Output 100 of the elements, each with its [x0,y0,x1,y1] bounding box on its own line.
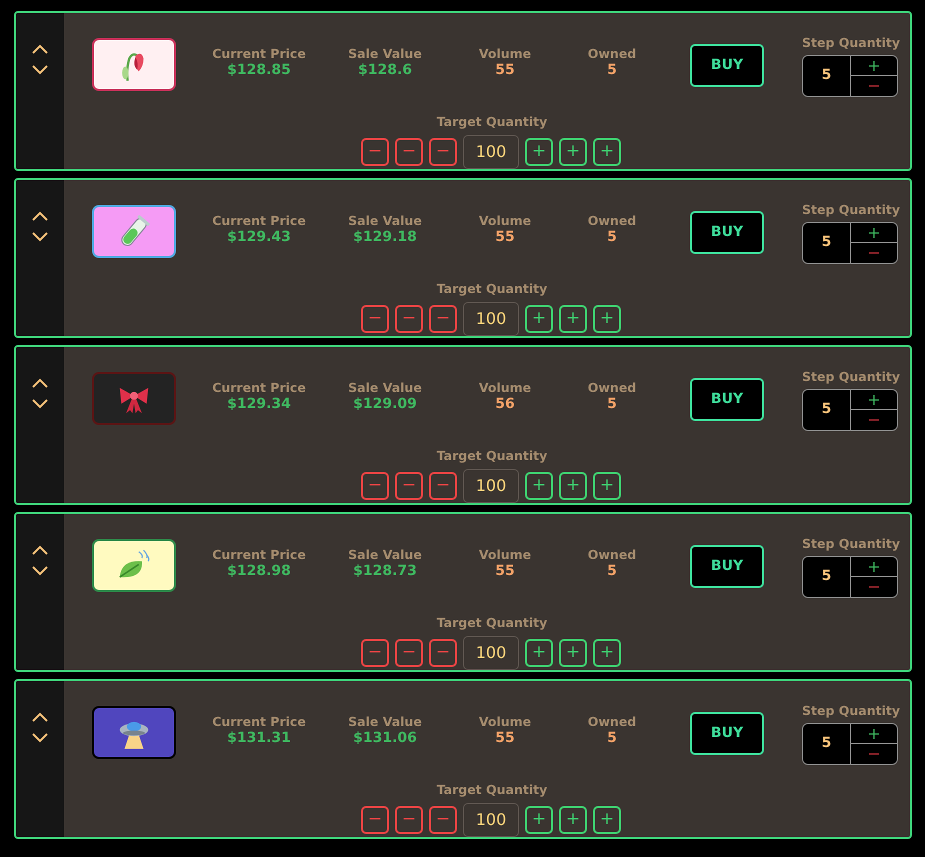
increase-button[interactable]: + [593,138,621,166]
stat-value: 55 [494,62,516,80]
increase-button[interactable]: + [593,472,621,500]
decrease-button[interactable]: − [361,638,389,667]
decrease-button[interactable]: − [395,138,423,166]
decrement-button[interactable]: − [851,744,897,764]
chevron-up-icon[interactable] [31,44,49,55]
increment-button[interactable]: + [851,556,897,578]
stat-label: Current Price [211,547,307,563]
step-quantity-value: 5 [803,56,851,96]
chevron-up-icon[interactable] [31,545,49,556]
stat-label: Current Price [211,380,307,396]
step-quantity-label: Step Quantity [802,368,898,386]
stat-label: Owned [586,213,638,229]
increase-button[interactable]: + [525,472,553,500]
chevron-up-icon[interactable] [31,712,49,723]
stat-label: Current Price [211,714,307,730]
decrement-button[interactable]: − [851,243,897,263]
chevron-up-icon[interactable] [31,378,49,389]
stat-label: Volume [478,547,532,563]
stat-label: Current Price [211,46,307,62]
decrement-button[interactable]: − [851,577,897,597]
increase-button[interactable]: + [525,138,553,166]
stat-value: $128.98 [226,562,292,580]
stat-value: 55 [494,228,516,246]
decrease-button[interactable]: − [361,304,389,333]
chevron-down-icon[interactable] [31,231,49,242]
step-quantity-value: 5 [803,222,851,263]
stat-value: $131.06 [352,730,418,748]
step-quantity-value: 5 [803,556,851,597]
stat-label: Sale Value [347,46,423,62]
target-quantity-field[interactable]: 100 [463,302,519,336]
step-quantity-label: Step Quantity [802,201,898,219]
stat-value: 5 [606,62,618,80]
decrement-button[interactable]: − [851,410,897,430]
target-quantity-field[interactable]: 100 [463,802,519,837]
decrement-button[interactable]: − [851,76,897,96]
stat-value: 56 [494,396,516,414]
decrease-button[interactable]: − [361,472,389,500]
decrease-button[interactable]: − [429,138,457,166]
increase-button[interactable]: + [559,806,587,834]
increase-button[interactable]: + [593,806,621,834]
target-quantity-field[interactable]: 100 [463,134,519,169]
decrease-button[interactable]: − [429,472,457,500]
stat-label: Volume [478,714,532,730]
increase-button[interactable]: + [525,304,553,333]
step-quantity-value: 5 [803,724,851,764]
chevron-down-icon[interactable] [31,398,49,409]
stat-label: Sale Value [347,213,423,229]
chevron-down-icon[interactable] [31,565,49,576]
increase-button[interactable]: + [593,638,621,667]
stat-value: $129.34 [226,396,292,414]
stat-label: Owned [586,714,638,730]
stat-value: $128.85 [226,62,292,80]
stat-value: 5 [606,396,618,414]
stat-label: Volume [478,380,532,396]
step-quantity-label: Step Quantity [802,535,898,553]
increase-button[interactable]: + [559,304,587,333]
increment-button[interactable]: + [851,222,897,244]
target-quantity-field[interactable]: 100 [463,468,519,503]
buy-button[interactable]: BUY [690,378,764,421]
buy-button[interactable]: BUY [690,44,764,87]
stat-label: Sale Value [347,380,423,396]
increase-button[interactable]: + [525,806,553,834]
increment-button[interactable]: + [851,724,897,744]
increase-button[interactable]: + [559,472,587,500]
increase-button[interactable]: + [559,138,587,166]
increase-button[interactable]: + [525,638,553,667]
chevron-up-icon[interactable] [31,211,49,222]
stat-value: $131.31 [226,730,292,748]
increase-button[interactable]: + [559,638,587,667]
buy-button[interactable]: BUY [690,211,764,254]
increment-button[interactable]: + [851,56,897,76]
stat-value: $128.6 [356,62,414,80]
decrease-button[interactable]: − [395,806,423,834]
stat-label: Current Price [211,213,307,229]
decrease-button[interactable]: − [429,638,457,667]
increment-button[interactable]: + [851,390,897,410]
decrease-button[interactable]: − [429,304,457,333]
buy-button[interactable]: BUY [690,712,764,755]
stat-value: 5 [606,562,618,580]
chevron-down-icon[interactable] [31,64,49,75]
stat-value: 55 [494,730,516,748]
target-quantity-field[interactable]: 100 [463,636,519,670]
decrease-button[interactable]: − [395,472,423,500]
chevron-down-icon[interactable] [31,732,49,743]
stat-label: Owned [586,46,638,62]
stat-value: 5 [606,228,618,246]
target-quantity-label: Target Quantity [436,614,548,632]
target-quantity-label: Target Quantity [436,781,548,799]
step-quantity-label: Step Quantity [802,34,898,52]
decrease-button[interactable]: − [429,806,457,834]
increase-button[interactable]: + [593,304,621,333]
decrease-button[interactable]: − [395,304,423,333]
decrease-button[interactable]: − [361,138,389,166]
decrease-button[interactable]: − [361,806,389,834]
stat-label: Volume [478,46,532,62]
decrease-button[interactable]: − [395,638,423,667]
target-quantity-label: Target Quantity [436,280,548,298]
buy-button[interactable]: BUY [690,545,764,588]
